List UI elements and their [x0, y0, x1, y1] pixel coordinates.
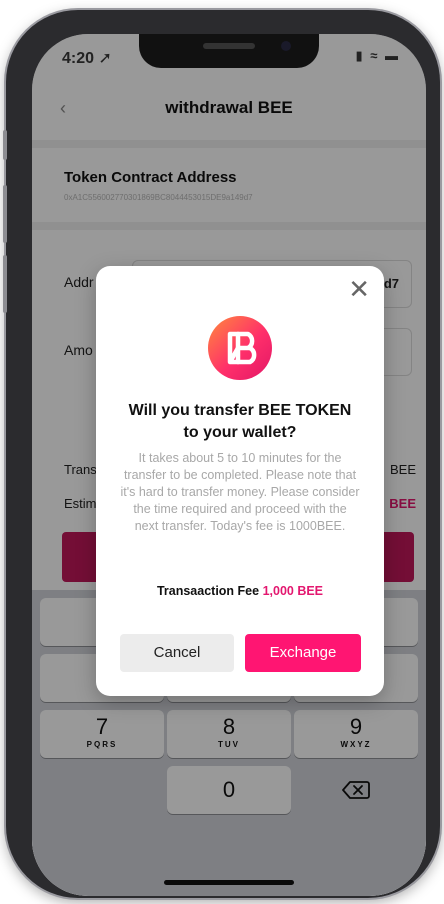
volume-up-button — [3, 185, 7, 243]
cancel-button[interactable]: Cancel — [120, 634, 234, 672]
dialog-body: It takes about 5 to 10 minutes for the t… — [120, 451, 360, 533]
dialog-title: Will you transfer BEE TOKEN to your wall… — [96, 400, 384, 444]
status-bar: 4:20 ➚ ▮ ≈ ▬ — [32, 34, 426, 80]
volume-down-button — [3, 255, 7, 313]
screen: 4:20 ➚ ▮ ≈ ▬ ‹ withdrawal BEE Token Cont… — [32, 34, 426, 896]
fee-label: Transaaction Fee — [156, 584, 260, 598]
dialog-title-line2: to your wallet? — [183, 424, 297, 441]
transfer-confirm-dialog: ✕ Will you transfer BEE TOKEN to your wa… — [96, 266, 384, 696]
transaction-fee: Transaaction Fee 1,000 BEE — [96, 584, 384, 598]
fee-amount: 1,000 BEE — [262, 584, 324, 598]
dialog-title-line1: Will you transfer BEE TOKEN — [128, 402, 352, 419]
status-time: 4:20 ➚ — [62, 50, 112, 67]
signal-wifi-battery-icon: ▮ ≈ ▬ — [355, 48, 400, 63]
phone-frame: 4:20 ➚ ▮ ≈ ▬ ‹ withdrawal BEE Token Cont… — [3, 10, 440, 898]
close-icon[interactable]: ✕ — [348, 276, 370, 302]
bee-logo-icon — [208, 316, 272, 380]
exchange-button[interactable]: Exchange — [245, 634, 361, 672]
mute-switch — [3, 130, 7, 160]
